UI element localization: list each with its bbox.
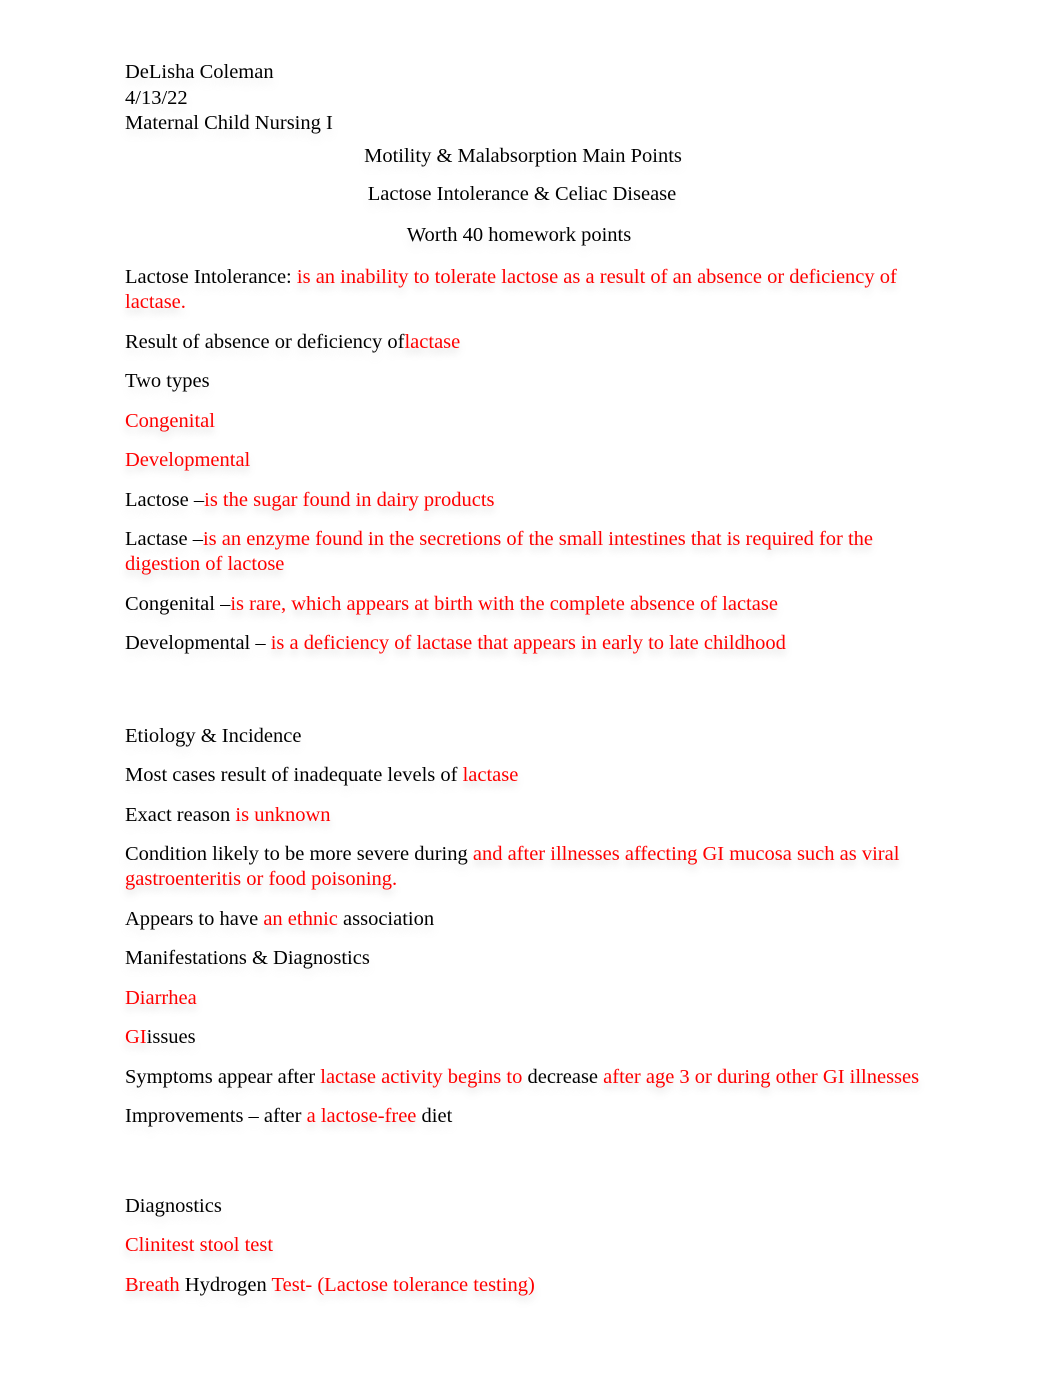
document-title-subject: Lactose Intolerance & Celiac Disease [367,183,677,205]
answer-text: a lactose-free [306,1105,417,1127]
paragraph-manifestations-heading: Manifestations & Diagnostics [125,946,921,971]
section-heading: Etiology & Incidence [125,724,302,747]
answer-text: Clinitest stool test [125,1234,274,1256]
student-name: DeLisha Coleman [125,61,274,83]
answer-text: is a deficiency of lactase that appears … [270,632,786,654]
prompt-text: Developmental – [125,632,271,654]
prompt-text: Two types [125,370,210,392]
prompt-text: Appears to have [125,907,264,930]
assignment-date: 4/13/22 [125,86,188,109]
answer-text: Diarrhea [125,986,197,1009]
answer-text-second: after age 3 or during other GI illnesses [603,1065,920,1088]
prompt-text: Lactase – [125,528,203,550]
prompt-text: Exact reason [125,803,236,826]
document-title-points: Worth 40 homework points [406,223,632,246]
prompt-text: Congenital – [125,592,231,615]
prompt-text: Result of absence or deficiency of [125,330,405,353]
prompt-text-trailing: diet [416,1105,453,1127]
header-block: DeLisha Coleman 4/13/22 Maternal Child N… [125,60,921,137]
paragraph-exact-reason: Exact reason is unknown [125,803,921,828]
paragraph-congenital-definition: Congenital –is rare, which appears at bi… [125,592,921,617]
answer-text: is the sugar found in dairy products [204,488,495,511]
course-name: Maternal Child Nursing I [125,112,333,134]
prompt-text: Most cases result of inadequate levels o… [125,764,463,786]
paragraph-improvements: Improvements – after a lactose-free diet [125,1104,921,1129]
answer-text: is rare, which appears at birth with the… [230,592,778,615]
prompt-text: Condition likely to be more severe durin… [125,843,473,865]
section-heading: Diagnostics [125,1194,222,1217]
paragraph-condition-severity: Condition likely to be more severe durin… [125,842,921,892]
answer-text: lactase [404,330,461,353]
section-break [125,1129,921,1179]
prompt-text: Symptoms appear after [125,1065,321,1088]
prompt-text: Lactose – [125,488,205,511]
prompt-text-middle: Hydrogen [179,1273,272,1296]
section-heading: Manifestations & Diagnostics [125,947,370,969]
paragraph-most-cases: Most cases result of inadequate levels o… [125,763,921,788]
document-title-main: Motility & Malabsorption Main Points [364,144,682,167]
paragraph-two-types: Two types [125,369,921,394]
document-page: DeLisha Coleman 4/13/22 Maternal Child N… [0,0,1062,1377]
answer-text: is an enzyme found in the secretions of … [125,528,874,575]
paragraph-breath-hydrogen-test: Breath Hydrogen Test- (Lactose tolerance… [125,1273,921,1298]
text-column: DeLisha Coleman 4/13/22 Maternal Child N… [125,60,921,1298]
answer-text: is unknown [235,803,331,826]
paragraph-lactase-definition: Lactase –is an enzyme found in the secre… [125,527,921,577]
paragraph-type-congenital: Congenital [125,409,921,434]
paragraph-manifestation-gi-issues: GIissues [125,1025,921,1050]
answer-text: Developmental [125,449,251,471]
paragraph-symptoms-onset: Symptoms appear after lactase activity b… [125,1065,921,1090]
answer-text-first: Breath [125,1273,180,1296]
paragraph-manifestation-diarrhea: Diarrhea [125,986,921,1011]
prompt-text-middle: decrease [522,1065,604,1088]
paragraph-developmental-definition: Developmental – is a deficiency of lacta… [125,631,921,656]
prompt-text-trailing: issues [146,1026,196,1048]
prompt-text: Improvements – after [125,1105,307,1127]
paragraph-result-of-deficiency: Result of absence or deficiency oflactas… [125,330,921,355]
section-break [125,656,921,709]
paragraph-ethnic-association: Appears to have an ethnic association [125,907,921,932]
prompt-text-trailing: association [337,907,435,930]
paragraph-clinitest: Clinitest stool test [125,1233,921,1258]
prompt-text: Lactose Intolerance: [125,266,297,288]
paragraph-lactose-intolerance: Lactose Intolerance: is an inability to … [125,265,921,315]
answer-text: GI [125,1026,147,1048]
answer-text: an ethnic [263,907,338,930]
answer-text-first: lactase activity begins to [320,1065,523,1088]
answer-text: lactase [462,764,519,786]
answer-text: Congenital [125,409,215,432]
paragraph-etiology-heading: Etiology & Incidence [125,724,921,749]
paragraph-type-developmental: Developmental [125,448,921,473]
answer-text-second: Test- (Lactose tolerance testing) [271,1273,535,1296]
paragraph-lactose-definition: Lactose –is the sugar found in dairy pro… [125,488,921,513]
paragraph-diagnostics-heading: Diagnostics [125,1194,921,1219]
